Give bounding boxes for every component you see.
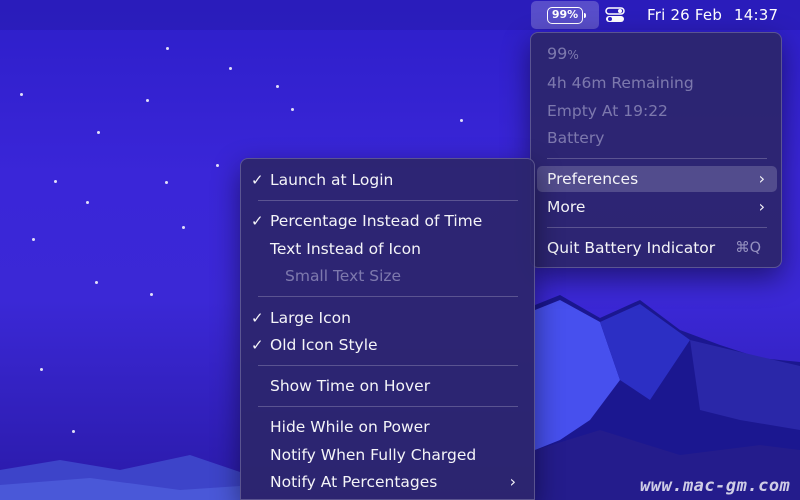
separator xyxy=(258,200,518,201)
quit-shortcut: ⌘Q xyxy=(735,240,761,256)
menu-item-small-text-size: Small Text Size xyxy=(285,267,402,285)
menu-item-notify-when-fully-charged[interactable]: Notify When Fully Charged xyxy=(241,442,534,468)
battery-status-item[interactable]: 99% xyxy=(531,1,599,29)
preferences-submenu: ✓ Launch at Login ✓ Percentage Instead o… xyxy=(240,158,535,500)
checkmark-icon: ✓ xyxy=(251,309,264,327)
menu-item-show-time-on-hover[interactable]: Show Time on Hover xyxy=(241,373,534,399)
separator xyxy=(258,406,518,407)
menu-item-hide-while-on-power[interactable]: Hide While on Power xyxy=(241,414,534,440)
chevron-right-icon: › xyxy=(758,169,765,188)
power-source-info: Battery xyxy=(547,129,605,147)
menu-item-quit[interactable]: Quit Battery Indicator ⌘Q xyxy=(537,235,777,261)
menu-item-launch-at-login[interactable]: ✓ Launch at Login xyxy=(241,167,534,193)
menu-item-more[interactable]: More › xyxy=(537,194,777,220)
separator xyxy=(258,296,518,297)
battery-icon: 99% xyxy=(547,6,586,24)
battery-percent-label: 99% xyxy=(551,7,579,21)
menu-item-large-icon[interactable]: ✓ Large Icon xyxy=(241,305,534,331)
empty-at-info: Empty At 19:22 xyxy=(547,102,668,120)
menubar-date[interactable]: Fri 26 Feb xyxy=(647,6,722,24)
checkmark-icon: ✓ xyxy=(251,171,264,189)
site-watermark: www.mac-gm.com xyxy=(640,476,791,496)
separator xyxy=(547,158,767,159)
checkmark-icon: ✓ xyxy=(251,336,264,354)
menu-item-old-icon-style[interactable]: ✓ Old Icon Style xyxy=(241,332,534,358)
menubar-time[interactable]: 14:37 xyxy=(734,6,778,24)
separator xyxy=(547,227,767,228)
menu-item-text-instead-of-icon[interactable]: Text Instead of Icon xyxy=(241,236,534,262)
menu-item-notify-at-percentages[interactable]: Notify At Percentages › xyxy=(241,469,534,495)
battery-menu: 99% 4h 46m Remaining Empty At 19:22 Batt… xyxy=(530,32,782,268)
battery-percent-info: 99% xyxy=(547,44,579,63)
chevron-right-icon: › xyxy=(509,472,516,491)
time-remaining-info: 4h 46m Remaining xyxy=(547,74,694,92)
menu-item-percentage-instead-of-time[interactable]: ✓ Percentage Instead of Time xyxy=(241,208,534,234)
chevron-right-icon: › xyxy=(758,197,765,216)
control-center-icon[interactable] xyxy=(605,7,625,23)
checkmark-icon: ✓ xyxy=(251,212,264,230)
menu-item-preferences[interactable]: Preferences › xyxy=(537,166,777,192)
menu-bar: 99% Fri 26 Feb 14:37 xyxy=(0,0,800,30)
separator xyxy=(258,365,518,366)
